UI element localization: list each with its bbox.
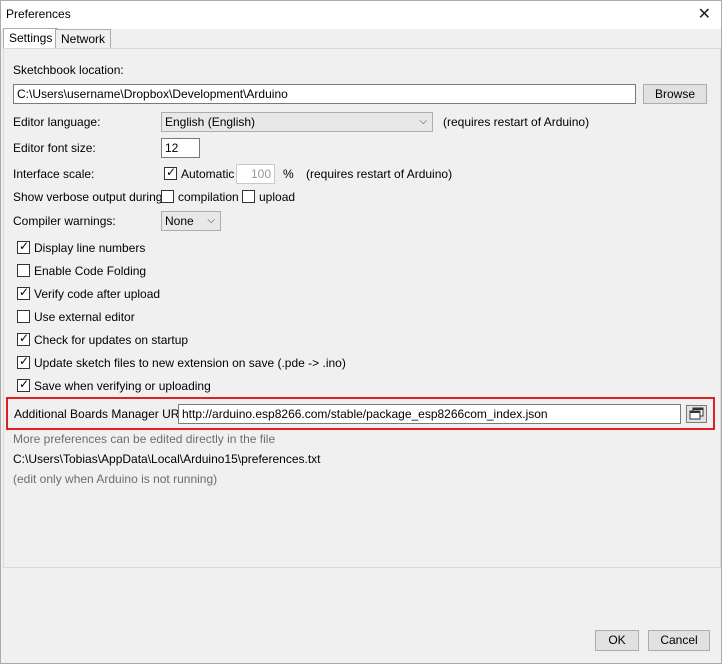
display-line-numbers-label: Display line numbers — [34, 241, 146, 255]
checkbox-tick-icon: ✓ — [19, 239, 30, 253]
automatic-scale-checkbox[interactable]: ✓ — [164, 165, 177, 180]
boards-manager-urls-label: Additional Boards Manager URLs: — [14, 407, 196, 421]
edit-only-note: (edit only when Arduino is not running) — [13, 472, 218, 486]
window-copy-icon[interactable] — [686, 405, 707, 423]
preferences-file-path: C:\Users\Tobias\AppData\Local\Arduino15\… — [13, 452, 321, 466]
enable-code-folding-checkbox[interactable] — [17, 264, 30, 277]
automatic-scale-label: Automatic — [181, 167, 235, 181]
sketchbook-location-input[interactable]: C:\Users\username\Dropbox\Development\Ar… — [13, 84, 636, 104]
tab-network[interactable]: Network — [55, 29, 112, 49]
chevron-down-icon: ⌵ — [419, 116, 427, 127]
verbose-upload-label: upload — [259, 190, 296, 204]
browse-button[interactable]: Browse — [643, 84, 707, 104]
compiler-warnings-label: Compiler warnings: — [13, 214, 116, 228]
update-sketch-extension-checkbox[interactable]: ✓ — [17, 354, 30, 369]
sketchbook-label: Sketchbook location: — [13, 63, 124, 77]
editor-language-label: Editor language: — [13, 115, 101, 129]
language-restart-note: (requires restart of Arduino) — [443, 115, 590, 129]
checkbox-tick-icon: ✓ — [19, 331, 30, 345]
scale-percent-input[interactable]: 100 — [236, 164, 275, 184]
verbose-output-label: Show verbose output during: — [13, 190, 166, 204]
enable-code-folding-label: Enable Code Folding — [34, 264, 147, 278]
check-updates-label: Check for updates on startup — [34, 333, 189, 347]
verbose-upload-checkbox[interactable] — [242, 190, 255, 203]
editor-font-size-label: Editor font size: — [13, 141, 96, 155]
checkbox-tick-icon: ✓ — [19, 377, 30, 391]
boards-manager-urls-input[interactable]: http://arduino.esp8266.com/stable/packag… — [178, 404, 681, 424]
check-updates-checkbox[interactable]: ✓ — [17, 331, 30, 346]
use-external-editor-label: Use external editor — [34, 310, 135, 324]
checkbox-tick-icon: ✓ — [19, 354, 30, 368]
display-line-numbers-checkbox[interactable]: ✓ — [17, 239, 30, 254]
window-title: Preferences — [6, 7, 71, 21]
checkbox-tick-icon: ✓ — [19, 285, 30, 299]
editor-language-select[interactable]: English (English) ⌵ — [161, 112, 433, 132]
font-size-input[interactable]: 12 — [161, 138, 200, 158]
tab-settings[interactable]: Settings — [3, 28, 59, 49]
compiler-warnings-select[interactable]: None ⌵ — [161, 211, 221, 231]
verbose-compilation-checkbox[interactable] — [161, 190, 174, 203]
title-bar: Preferences ✕ — [1, 1, 721, 29]
ok-button[interactable]: OK — [595, 630, 639, 651]
compiler-warnings-value: None — [165, 214, 194, 228]
cancel-button[interactable]: Cancel — [648, 630, 710, 651]
update-sketch-extension-label: Update sketch files to new extension on … — [34, 356, 346, 370]
chevron-down-icon: ⌵ — [207, 215, 215, 226]
save-when-verifying-label: Save when verifying or uploading — [34, 379, 211, 393]
percent-sign: % — [283, 167, 294, 181]
more-preferences-note: More preferences can be edited directly … — [13, 432, 276, 446]
verify-after-upload-checkbox[interactable]: ✓ — [17, 285, 30, 300]
checkbox-tick-icon: ✓ — [166, 165, 177, 179]
use-external-editor-checkbox[interactable] — [17, 310, 30, 323]
scale-restart-note: (requires restart of Arduino) — [306, 167, 453, 181]
save-when-verifying-checkbox[interactable]: ✓ — [17, 377, 30, 392]
editor-language-value: English (English) — [165, 115, 256, 129]
preferences-window: Preferences ✕ Settings Network Sketchboo… — [0, 0, 722, 664]
interface-scale-label: Interface scale: — [13, 167, 95, 181]
close-icon[interactable]: ✕ — [698, 4, 711, 24]
verify-after-upload-label: Verify code after upload — [34, 287, 161, 301]
verbose-compilation-label: compilation — [178, 190, 239, 204]
